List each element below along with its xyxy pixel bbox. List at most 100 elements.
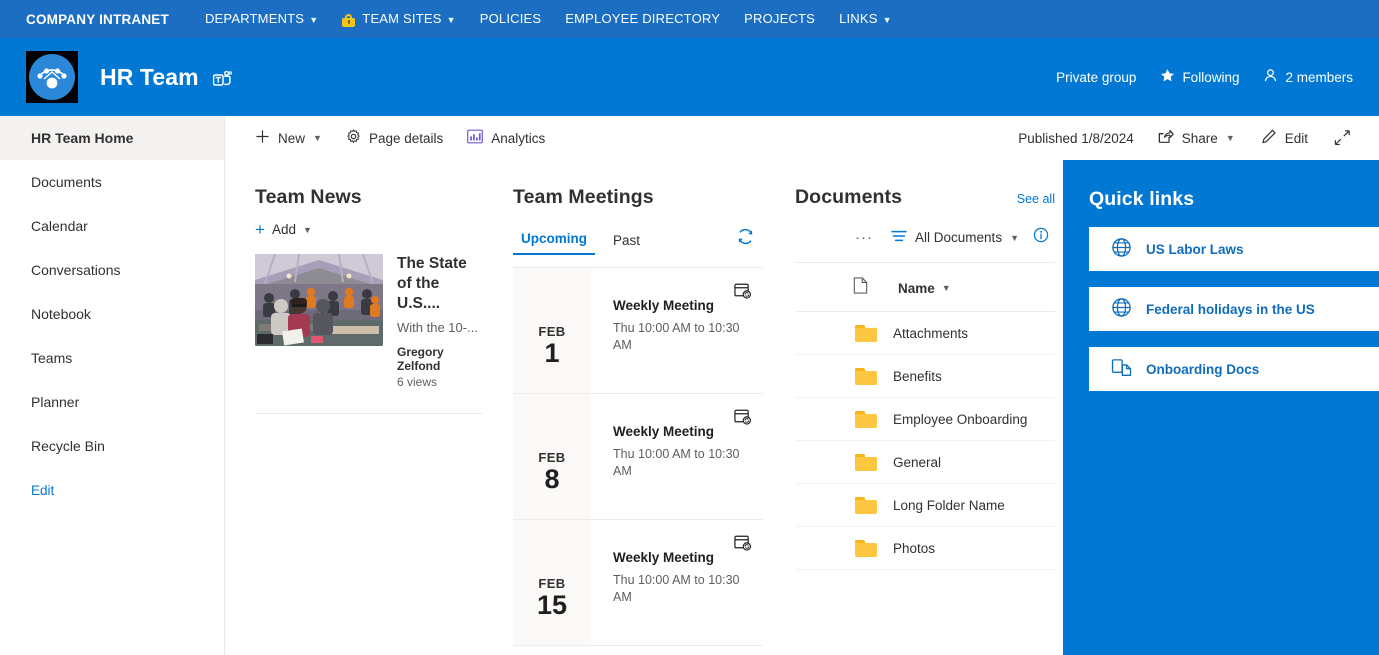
- chevron-down-icon: ▼: [883, 1, 892, 39]
- folder-icon: [855, 497, 877, 514]
- meeting-time: Thu 10:00 AM to 10:30 AM: [613, 446, 751, 480]
- star-icon: [1160, 68, 1175, 86]
- quick-link-us-labor-laws[interactable]: US Labor Laws: [1089, 227, 1379, 271]
- quick-link-onboarding-docs[interactable]: Onboarding Docs: [1089, 347, 1379, 391]
- refresh-icon[interactable]: [728, 223, 763, 255]
- edit-page-button[interactable]: Edit: [1249, 116, 1320, 160]
- meeting-date: FEB 8: [513, 394, 591, 519]
- meeting-date: FEB 15: [513, 520, 591, 645]
- quick-link-federal-holidays[interactable]: Federal holidays in the US: [1089, 287, 1379, 331]
- page-details-button[interactable]: Page details: [334, 116, 455, 160]
- following-button[interactable]: Following: [1160, 68, 1239, 86]
- hub-nav-label: DEPARTMENTS: [205, 0, 304, 38]
- news-author: Gregory Zelfond: [397, 345, 483, 373]
- quick-links-title: Quick links: [1089, 188, 1379, 211]
- microsoft-teams-icon[interactable]: [213, 71, 232, 88]
- meeting-day: 15: [537, 591, 567, 619]
- news-headline: The State of the U.S....: [397, 254, 483, 313]
- tab-upcoming[interactable]: Upcoming: [513, 225, 595, 255]
- members-button[interactable]: 2 members: [1263, 68, 1353, 86]
- site-logo[interactable]: [26, 51, 78, 103]
- file-name: Employee Onboarding: [893, 412, 1027, 427]
- meetings-title: Team Meetings: [513, 186, 763, 209]
- meeting-day: 8: [544, 465, 559, 493]
- edit-navigation-label: Edit: [31, 483, 54, 498]
- new-button[interactable]: New ▼: [255, 116, 334, 160]
- table-row[interactable]: General: [795, 441, 1055, 484]
- hub-nav-item-departments[interactable]: DEPARTMENTS ▼: [193, 0, 330, 38]
- following-label: Following: [1182, 70, 1239, 85]
- quick-link-label: Onboarding Docs: [1146, 362, 1259, 377]
- info-icon[interactable]: [1027, 223, 1055, 252]
- analytics-label: Analytics: [491, 131, 545, 146]
- full-screen-icon[interactable]: [1322, 116, 1363, 160]
- edit-navigation-link[interactable]: Edit: [0, 468, 224, 512]
- sidebar-item-documents[interactable]: Documents: [0, 160, 224, 204]
- meeting-month: FEB: [538, 576, 565, 591]
- table-row[interactable]: Photos: [795, 527, 1055, 570]
- sidebar-item-teams[interactable]: Teams: [0, 336, 224, 380]
- chevron-down-icon: ▼: [313, 133, 322, 143]
- hub-nav-item-projects[interactable]: PROJECTS: [732, 0, 827, 38]
- meetings-webpart: Team Meetings Upcoming Past: [505, 160, 785, 655]
- file-name: Photos: [893, 541, 935, 556]
- meeting-row[interactable]: FEB 8: [513, 394, 763, 520]
- see-all-link[interactable]: See all: [1017, 192, 1055, 206]
- table-row[interactable]: Long Folder Name: [795, 484, 1055, 527]
- table-row[interactable]: Employee Onboarding: [795, 398, 1055, 441]
- meeting-day: 1: [544, 339, 559, 367]
- column-header-label: Name: [898, 281, 935, 296]
- folder-icon: [855, 540, 877, 557]
- share-icon: [1158, 129, 1174, 147]
- column-header-name[interactable]: Name ▼: [898, 281, 951, 296]
- view-selector[interactable]: All Documents ▼: [887, 225, 1023, 250]
- left-navigation: HR Team Home Documents Calendar Conversa…: [0, 116, 225, 655]
- page-shell: HR Team Home Documents Calendar Conversa…: [0, 116, 1379, 655]
- sidebar-item-label: Conversations: [31, 262, 121, 278]
- analytics-button[interactable]: Analytics: [455, 116, 557, 160]
- file-name: Long Folder Name: [893, 498, 1005, 513]
- hub-nav-label: LINKS: [839, 0, 878, 38]
- more-options-button[interactable]: ···: [845, 225, 883, 250]
- meeting-name: Weekly Meeting: [613, 424, 751, 439]
- recurring-event-icon: [734, 282, 751, 304]
- hub-nav-item-policies[interactable]: POLICIES: [468, 0, 554, 38]
- hub-brand-link[interactable]: COMPANY INTRANET: [26, 12, 169, 27]
- share-label: Share: [1182, 131, 1218, 146]
- sidebar-item-hr-team-home[interactable]: HR Team Home: [0, 116, 224, 160]
- meeting-info: Weekly Meeting Thu 10:00 AM to 10:30 AM: [591, 520, 763, 645]
- news-item[interactable]: The State of the U.S.... With the 10-...…: [255, 254, 483, 414]
- view-selector-label: All Documents: [915, 230, 1002, 245]
- members-label: 2 members: [1285, 70, 1353, 85]
- meeting-month: FEB: [538, 324, 565, 339]
- tab-past[interactable]: Past: [605, 227, 648, 255]
- sidebar-item-calendar[interactable]: Calendar: [0, 204, 224, 248]
- meeting-row[interactable]: FEB 1: [513, 268, 763, 394]
- meetings-tabs: Upcoming Past: [513, 223, 763, 255]
- table-row[interactable]: Attachments: [795, 312, 1055, 355]
- sidebar-item-recycle-bin[interactable]: Recycle Bin: [0, 424, 224, 468]
- page-details-label: Page details: [369, 131, 443, 146]
- chevron-down-icon: ▼: [447, 1, 456, 39]
- hub-nav-item-team-sites[interactable]: TEAM SITES ▼: [330, 0, 467, 38]
- sidebar-item-conversations[interactable]: Conversations: [0, 248, 224, 292]
- chevron-down-icon: ▼: [309, 1, 318, 39]
- table-row[interactable]: Benefits: [795, 355, 1055, 398]
- hub-nav-item-links[interactable]: LINKS ▼: [827, 0, 904, 38]
- sidebar-item-notebook[interactable]: Notebook: [0, 292, 224, 336]
- privacy-label: Private group: [1056, 70, 1136, 85]
- published-status: Published 1/8/2024: [1018, 131, 1144, 146]
- plus-icon: [255, 129, 270, 147]
- sidebar-item-planner[interactable]: Planner: [0, 380, 224, 424]
- recurring-event-icon: [734, 408, 751, 430]
- pencil-icon: [1261, 129, 1277, 147]
- sidebar-item-label: Recycle Bin: [31, 438, 105, 454]
- add-news-button[interactable]: + Add ▼: [255, 221, 483, 238]
- person-icon: [1263, 68, 1278, 86]
- meeting-row[interactable]: FEB 15: [513, 520, 763, 646]
- site-title: HR Team: [100, 64, 199, 91]
- lock-icon: [342, 14, 355, 27]
- hub-nav-item-employee-directory[interactable]: EMPLOYEE DIRECTORY: [553, 0, 732, 38]
- share-button[interactable]: Share ▼: [1146, 116, 1247, 160]
- recurring-event-icon: [734, 534, 751, 556]
